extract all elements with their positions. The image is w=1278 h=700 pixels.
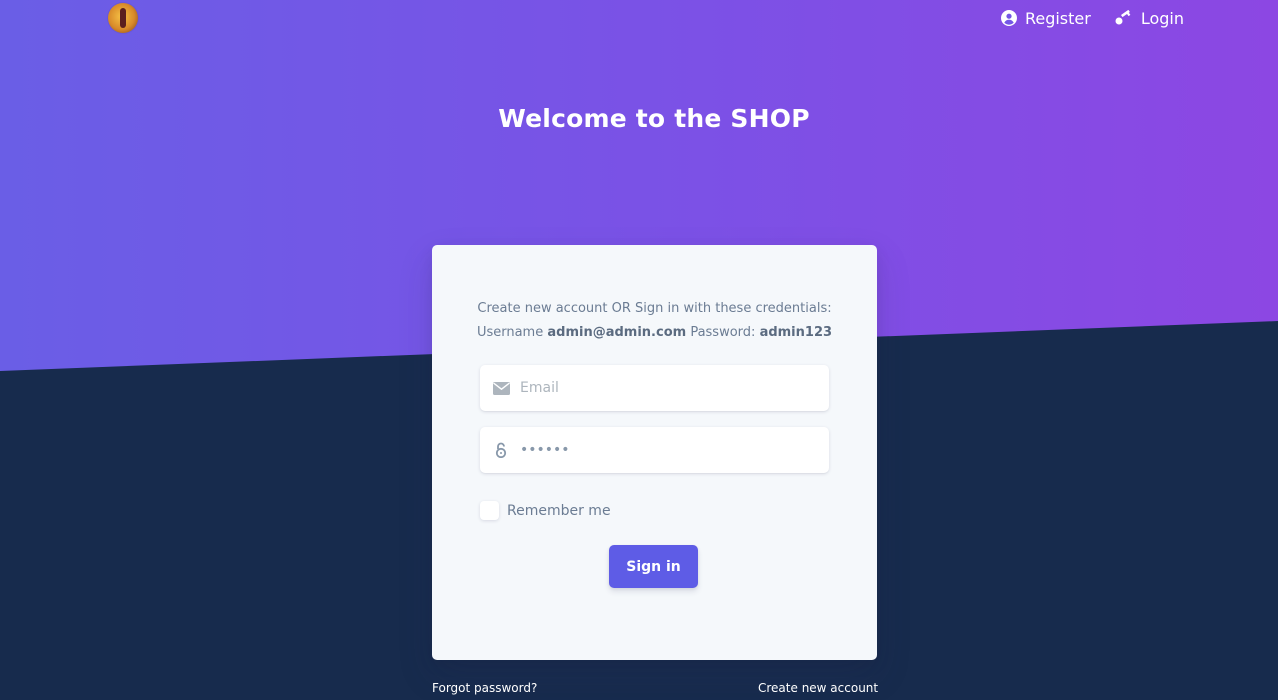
login-label: Login [1140,8,1184,28]
credentials-line: Username admin@admin.com Password: admin… [432,321,877,345]
user-circle-icon [1000,10,1017,26]
envelope-icon [482,381,520,395]
key-icon [1115,10,1133,26]
remember-me[interactable]: Remember me [480,501,611,520]
email-input[interactable] [520,368,810,408]
page-title: Welcome to the SHOP [498,104,810,133]
sign-in-button[interactable]: Sign in [609,545,698,588]
password-input[interactable]: •••••• [520,442,570,458]
top-nav: Register Login [1000,6,1184,30]
create-account-link[interactable]: Create new account [758,681,878,695]
credentials-intro: Create new account OR Sign in with these… [477,301,832,316]
forgot-password-link[interactable]: Forgot password? [432,681,537,695]
login-card: Create new account OR Sign in with these… [432,245,877,660]
register-link[interactable]: Register [1000,6,1091,30]
password-label: Password: [690,325,756,340]
password-field[interactable]: •••••• [480,427,829,473]
brand-logo[interactable] [108,3,138,33]
login-page: Register Login Welcome to the SHOP Creat… [0,0,1278,700]
remember-checkbox[interactable] [480,501,499,520]
username-value: admin@admin.com [547,325,687,340]
password-value: admin123 [759,325,833,340]
register-label: Register [1024,8,1091,28]
email-field[interactable] [480,365,829,411]
username-label: Username [476,325,544,340]
lock-open-icon [482,442,520,458]
login-link[interactable]: Login [1115,6,1184,30]
credentials-hint: Create new account OR Sign in with these… [432,297,877,345]
remember-label: Remember me [507,502,611,519]
